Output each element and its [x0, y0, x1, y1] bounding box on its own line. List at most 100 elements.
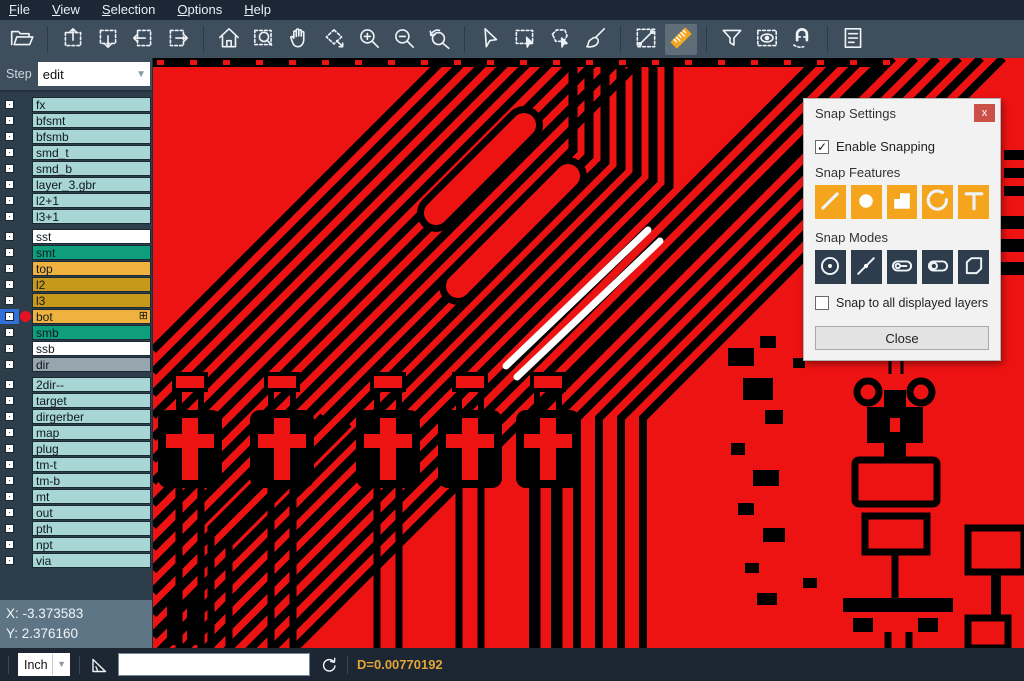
layer-name-smd_t[interactable]: smd_t	[32, 145, 151, 160]
layer-visibility-checkbox[interactable]	[6, 477, 13, 484]
layer-name-tm-b[interactable]: tm-b	[32, 473, 151, 488]
layer-name-smt[interactable]: smt	[32, 245, 151, 260]
layer-name-dirgerber[interactable]: dirgerber	[32, 409, 151, 424]
layer-name-ssb[interactable]: ssb	[32, 341, 151, 356]
layer-visibility-checkbox[interactable]	[6, 493, 13, 500]
layer-name-smb[interactable]: smb	[32, 325, 151, 340]
dialog-title-bar[interactable]: Snap Settings x	[804, 99, 1000, 127]
layer-name-l3+1[interactable]: l3+1	[32, 209, 151, 224]
layer-name-bfsmb[interactable]: bfsmb	[32, 129, 151, 144]
layer-visibility-checkbox[interactable]	[6, 361, 13, 368]
snap-mode-midpoint-button[interactable]	[851, 250, 882, 284]
grid-icon[interactable]: ⊞	[139, 311, 148, 322]
layer-name-tm-t[interactable]: tm-t	[32, 457, 151, 472]
snap-feature-text-button[interactable]	[958, 185, 989, 219]
snap-mode-corner-button[interactable]	[958, 250, 989, 284]
open-folder-button[interactable]	[6, 24, 38, 55]
zoom-out-button[interactable]	[388, 24, 420, 55]
menu-view[interactable]: View	[52, 0, 80, 20]
ruler-button[interactable]	[665, 24, 697, 55]
layer-name-bfsmt[interactable]: bfsmt	[32, 113, 151, 128]
layer-visibility-checkbox[interactable]	[6, 445, 13, 452]
layer-visibility-checkbox[interactable]	[6, 345, 13, 352]
layer-visibility-checkbox[interactable]	[6, 133, 13, 140]
layer-visibility-checkbox[interactable]	[6, 101, 13, 108]
layer-name-2dir--[interactable]: 2dir--	[32, 377, 151, 392]
snap-feature-surface-button[interactable]	[887, 185, 918, 219]
home-button[interactable]	[213, 24, 245, 55]
snap-magnet-button[interactable]	[786, 24, 818, 55]
layer-visibility-checkbox[interactable]	[6, 329, 13, 336]
layer-visibility-checkbox[interactable]	[6, 249, 13, 256]
layer-visibility-checkbox[interactable]	[6, 233, 13, 240]
page-right-button[interactable]	[162, 24, 194, 55]
layer-visibility-checkbox[interactable]	[6, 213, 13, 220]
refresh-icon[interactable]	[319, 655, 338, 674]
menu-options[interactable]: Options	[177, 0, 222, 20]
layer-visibility-checkbox[interactable]	[6, 281, 13, 288]
close-button[interactable]: Close	[815, 326, 989, 350]
menu-help[interactable]: Help	[244, 0, 271, 20]
measure-input[interactable]	[118, 653, 310, 676]
layer-visibility-checkbox[interactable]	[6, 197, 13, 204]
zoom-object-button[interactable]	[318, 24, 350, 55]
select-window-button[interactable]	[509, 24, 541, 55]
layer-name-pth[interactable]: pth	[32, 521, 151, 536]
layer-name-plug[interactable]: plug	[32, 441, 151, 456]
pan-hand-button[interactable]	[283, 24, 315, 55]
layer-visibility-checkbox[interactable]	[6, 265, 13, 272]
layer-visibility-checkbox[interactable]	[6, 117, 13, 124]
layer-name-l2[interactable]: l2	[32, 277, 151, 292]
layer-visibility-checkbox[interactable]	[6, 461, 13, 468]
snap-mode-slot-center-button[interactable]	[922, 250, 953, 284]
layer-visibility-checkbox[interactable]	[6, 509, 13, 516]
layer-name-top[interactable]: top	[32, 261, 151, 276]
select-polygon-button[interactable]	[544, 24, 576, 55]
layer-name-bot[interactable]: bot⊞	[32, 309, 151, 324]
filter-button[interactable]	[716, 24, 748, 55]
layer-visibility-checkbox[interactable]	[6, 313, 13, 320]
snap-mode-center-button[interactable]	[815, 250, 846, 284]
unit-select[interactable]: Inch ▼	[18, 653, 70, 676]
page-down-button[interactable]	[92, 24, 124, 55]
layer-visibility-checkbox[interactable]	[6, 165, 13, 172]
layer-visibility-checkbox[interactable]	[6, 413, 13, 420]
layer-visibility-checkbox[interactable]	[6, 297, 13, 304]
layer-name-layer_3.gbr[interactable]: layer_3.gbr	[32, 177, 151, 192]
layer-name-l3[interactable]: l3	[32, 293, 151, 308]
close-icon[interactable]: x	[974, 104, 995, 122]
layer-visibility-checkbox[interactable]	[6, 397, 13, 404]
layer-visibility-checkbox[interactable]	[6, 381, 13, 388]
page-up-button[interactable]	[57, 24, 89, 55]
snap-feature-pad-button[interactable]	[851, 185, 882, 219]
layer-name-via[interactable]: via	[32, 553, 151, 568]
layer-name-npt[interactable]: npt	[32, 537, 151, 552]
layer-name-fx[interactable]: fx	[32, 97, 151, 112]
display-options-button[interactable]	[751, 24, 783, 55]
menu-file[interactable]: File	[9, 0, 30, 20]
layer-name-mt[interactable]: mt	[32, 489, 151, 504]
layer-name-map[interactable]: map	[32, 425, 151, 440]
snap-mode-slot-end-button[interactable]	[887, 250, 918, 284]
layer-name-target[interactable]: target	[32, 393, 151, 408]
snap-feature-line-button[interactable]	[815, 185, 846, 219]
menu-selection[interactable]: Selection	[102, 0, 155, 20]
layer-name-smd_b[interactable]: smd_b	[32, 161, 151, 176]
page-left-button[interactable]	[127, 24, 159, 55]
zoom-previous-button[interactable]	[423, 24, 455, 55]
select-arrow-button[interactable]	[474, 24, 506, 55]
zoom-in-button[interactable]	[353, 24, 385, 55]
snap-feature-arc-button[interactable]	[922, 185, 953, 219]
layer-visibility-checkbox[interactable]	[6, 557, 13, 564]
layer-visibility-checkbox[interactable]	[6, 429, 13, 436]
report-button[interactable]	[837, 24, 869, 55]
layer-name-sst[interactable]: sst	[32, 229, 151, 244]
layer-visibility-checkbox[interactable]	[6, 149, 13, 156]
angle-measure-icon[interactable]	[89, 655, 109, 675]
layer-visibility-checkbox[interactable]	[6, 181, 13, 188]
enable-snapping-checkbox[interactable]	[815, 140, 829, 154]
layer-name-out[interactable]: out	[32, 505, 151, 520]
zoom-window-button[interactable]	[248, 24, 280, 55]
layer-visibility-checkbox[interactable]	[6, 525, 13, 532]
measure-line-button[interactable]	[630, 24, 662, 55]
